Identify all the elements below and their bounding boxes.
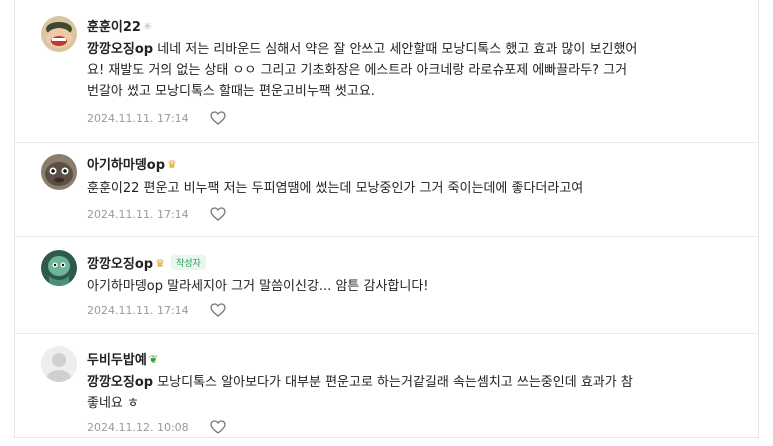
avatar[interactable]: [41, 346, 77, 382]
heart-icon[interactable]: [210, 111, 226, 125]
comment-date: 2024.11.11. 17:14: [87, 304, 189, 317]
author-name[interactable]: 훈훈이22: [87, 20, 141, 35]
heart-icon[interactable]: [210, 420, 226, 434]
comment-text: 아기하마뎅op 말라세지아 그거 말씀이신강... 암튼 감사합니다!: [87, 279, 429, 294]
comment-line: 훈훈이22 편운고 비누팩 저는 두피염땜에 썼는데 모낭중인가 그거 죽이는데…: [87, 178, 755, 199]
comment-list: 훈훈이22 ✳ 깡깡오징op 네네 저는 리바운드 심해서 약은 잘 안쓰고 세안…: [14, 0, 759, 438]
heart-icon[interactable]: [210, 303, 226, 317]
comment-date: 2024.11.12. 10:08: [87, 421, 189, 434]
comment-line: 깡깡오징op 네네 저는 리바운드 심해서 약은 잘 안쓰고 세안할때 모낭디톡…: [87, 39, 755, 60]
comment-line: 좋네요 ㅎ: [87, 393, 755, 414]
author-name[interactable]: 깡깡오징op: [87, 257, 153, 272]
comment-text: 번갈아 썼고 모낭디톡스 할때는 편운고비누팩 썻고요.: [87, 84, 375, 99]
comment-text: 좋네요 ㅎ: [87, 396, 139, 411]
heart-icon[interactable]: [210, 207, 226, 221]
comment-line: 번갈아 썼고 모낭디톡스 할때는 편운고비누팩 썻고요.: [87, 81, 755, 102]
comment-date: 2024.11.11. 17:14: [87, 208, 189, 221]
author-name[interactable]: 아기하마뎅op: [87, 158, 165, 173]
mention-link[interactable]: 깡깡오징op: [87, 42, 153, 57]
comment-date: 2024.11.11. 17:14: [87, 112, 189, 125]
avatar[interactable]: [41, 250, 77, 286]
avatar[interactable]: [41, 154, 77, 190]
comment-text: 요! 재발도 거의 없는 상태 ㅇㅇ 그리고 기초화장은 에스트라 아크네랑 라…: [87, 63, 628, 78]
crown-badge-icon: ♛: [155, 257, 165, 270]
crown-badge-icon: ♛: [167, 158, 177, 171]
comment-author[interactable]: 깡깡오징op ♛ 작성자: [87, 253, 206, 272]
comment-author[interactable]: 훈훈이22 ✳: [87, 16, 152, 35]
comment-body: 깡깡오징op 네네 저는 리바운드 심해서 약은 잘 안쓰고 세안할때 모낭디톡…: [87, 39, 755, 102]
comment-body: 깡깡오징op 모낭디톡스 알아보다가 대부분 편운고로 하는거같길래 속는셈치고…: [87, 372, 755, 414]
divider: [15, 236, 758, 237]
mention-link[interactable]: 깡깡오징op: [87, 375, 153, 390]
divider: [15, 333, 758, 334]
comment-body: 아기하마뎅op 말라세지아 그거 말씀이신강... 암튼 감사합니다!: [87, 276, 755, 297]
comment-line: 깡깡오징op 모낭디톡스 알아보다가 대부분 편운고로 하는거같길래 속는셈치고…: [87, 372, 755, 393]
comment-author[interactable]: 아기하마뎅op ♛: [87, 154, 177, 173]
avatar[interactable]: [41, 16, 77, 52]
comment-text: 훈훈이22 편운고 비누팩 저는 두피염땜에 썼는데 모낭중인가 그거 죽이는데…: [87, 181, 584, 196]
author-name[interactable]: 두비두밥예: [87, 353, 147, 368]
comment-text: 네네 저는 리바운드 심해서 약은 잘 안쓰고 세안할때 모낭디톡스 했고 효과…: [153, 42, 638, 57]
comment-text: 모낭디톡스 알아보다가 대부분 편운고로 하는거같길래 속는셈치고 쓰는중인데 …: [153, 375, 633, 390]
divider: [15, 142, 758, 143]
comment-body: 훈훈이22 편운고 비누팩 저는 두피염땜에 썼는데 모낭중인가 그거 죽이는데…: [87, 178, 755, 199]
author-tag: 작성자: [170, 255, 206, 270]
comment-line: 아기하마뎅op 말라세지아 그거 말씀이신강... 암튼 감사합니다!: [87, 276, 755, 297]
comment-author[interactable]: 두비두밥예 ❦: [87, 349, 158, 368]
author-badge-icon: ✳: [142, 20, 153, 33]
comment-line: 요! 재발도 거의 없는 상태 ㅇㅇ 그리고 기초화장은 에스트라 아크네랑 라…: [87, 60, 755, 81]
sprout-badge-icon: ❦: [148, 353, 159, 366]
